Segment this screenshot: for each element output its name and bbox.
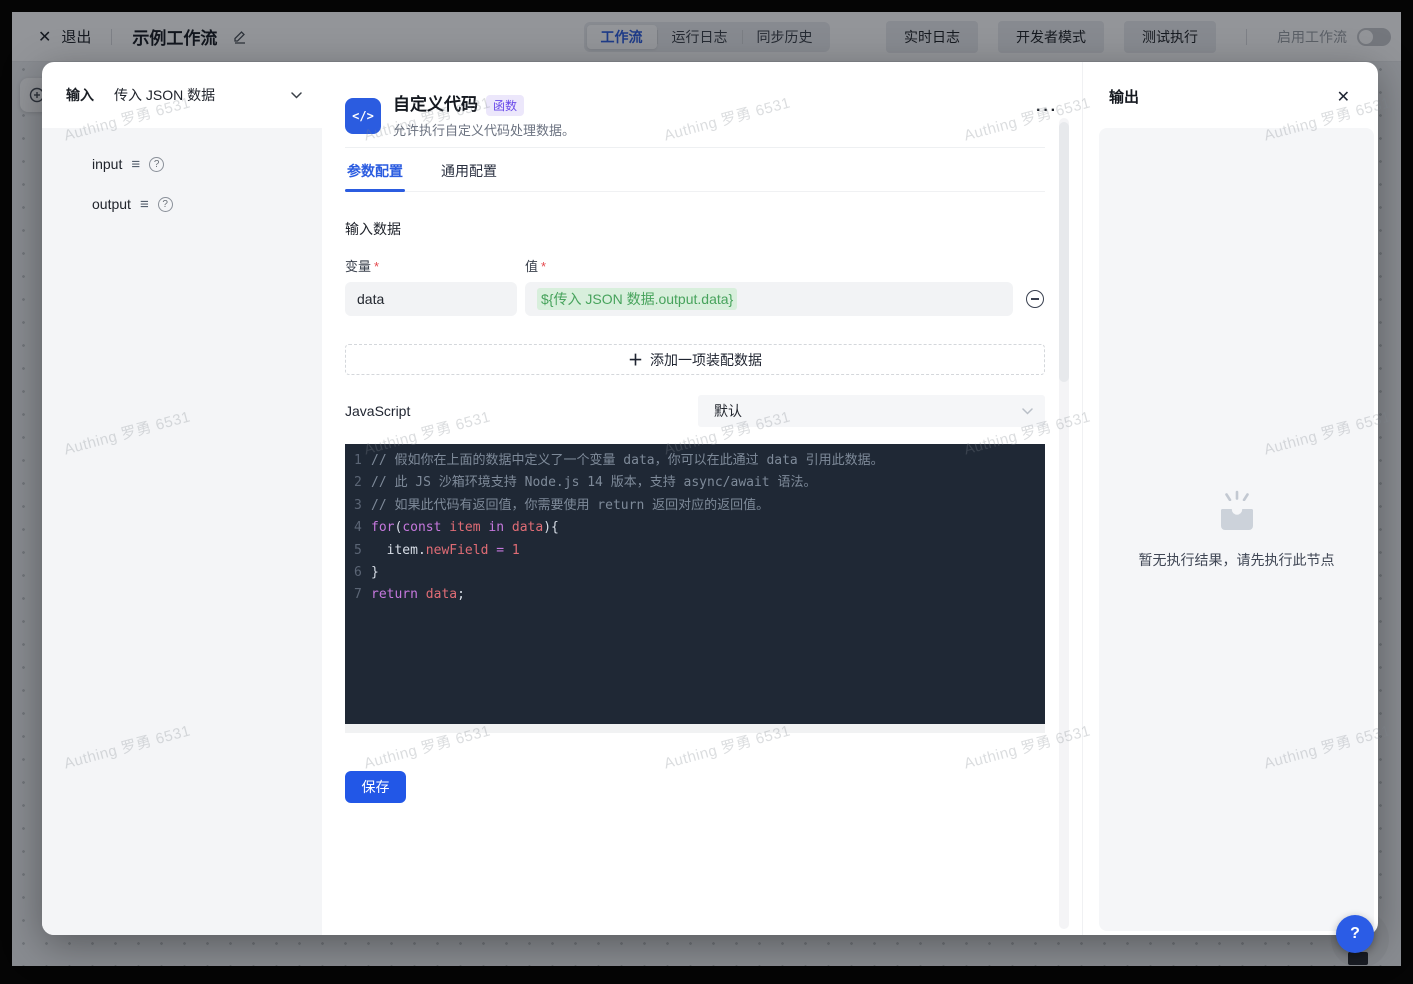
code-token: ){ xyxy=(543,520,559,535)
output-panel: 输出 ✕ 暂无执行结果，请先执行此节点 xyxy=(1082,62,1378,935)
code-token: // 如果此代码有返回值，你需要使用 return 返回对应的返回值。 xyxy=(371,498,769,513)
add-assign-row-button[interactable]: ＋ 添加一项装配数据 xyxy=(345,344,1045,375)
line-number: 7 xyxy=(354,584,371,606)
code-line: 1// 假如你在上面的数据中定义了一个变量 data，你可以在此通过 data … xyxy=(345,450,1045,472)
line-number: 1 xyxy=(354,450,371,472)
output-header: 输出 ✕ xyxy=(1083,62,1378,107)
code-line: 2// 此 JS 沙箱环境支持 Node.js 14 版本，支持 async/a… xyxy=(345,472,1045,494)
list-item-input[interactable]: input ≡ ? xyxy=(92,144,322,184)
section-title-input-data: 输入数据 xyxy=(345,219,1082,239)
output-title: 输出 xyxy=(1109,86,1139,107)
code-line: 5 item.newField = 1 xyxy=(345,540,1045,562)
runtime-select[interactable]: 默认 xyxy=(698,395,1045,427)
panel-scrollbar-thumb[interactable] xyxy=(1059,122,1069,382)
code-token xyxy=(418,587,426,602)
empty-state-text: 暂无执行结果，请先执行此节点 xyxy=(1139,550,1335,570)
more-options-icon[interactable]: ··· xyxy=(1036,106,1058,116)
line-number: 2 xyxy=(354,472,371,494)
node-header-text: 自定义代码 函数 允许执行自定义代码处理数据。 xyxy=(393,93,575,139)
tab-parameter-config[interactable]: 参数配置 xyxy=(345,148,405,191)
code-token: item. xyxy=(371,543,426,558)
plus-icon: ＋ xyxy=(628,349,643,370)
code-line: 3// 如果此代码有返回值，你需要使用 return 返回对应的返回值。 xyxy=(345,495,1045,517)
code-token: ; xyxy=(457,587,465,602)
node-config-modal: 输入 传入 JSON 数据 input ≡ ? output ≡ ? xyxy=(42,62,1378,935)
code-token: data xyxy=(426,587,457,602)
required-mark: * xyxy=(374,259,379,274)
line-number: 4 xyxy=(354,517,371,539)
value-input[interactable]: ${传入 JSON 数据.output.data} xyxy=(525,282,1013,316)
input-source-header: 输入 传入 JSON 数据 xyxy=(42,62,322,128)
help-circle-icon[interactable]: ? xyxy=(158,197,173,212)
save-button[interactable]: 保存 xyxy=(345,771,406,803)
input-label: 输入 xyxy=(66,85,94,105)
code-token: data xyxy=(512,520,543,535)
help-circle-icon[interactable]: ? xyxy=(149,157,164,172)
runtime-selected-value: 默认 xyxy=(714,401,742,421)
input-source-value: 传入 JSON 数据 xyxy=(114,85,215,105)
code-editor[interactable]: 1// 假如你在上面的数据中定义了一个变量 data，你可以在此通过 data … xyxy=(345,444,1045,724)
code-token: // 假如你在上面的数据中定义了一个变量 data，你可以在此通过 data 引… xyxy=(371,453,884,468)
remove-row-icon[interactable] xyxy=(1026,290,1044,308)
required-mark: * xyxy=(541,259,546,274)
page: ✕ 退出 示例工作流 工作流 运行日志 同步历史 实时日志 开发者模式 测试执行 xyxy=(0,0,1413,984)
input-source-select[interactable]: 传入 JSON 数据 xyxy=(104,77,308,113)
code-token: const xyxy=(402,520,441,535)
language-row: JavaScript 默认 xyxy=(345,395,1045,427)
code-line: 7return data; xyxy=(345,584,1045,606)
config-tabs: 参数配置 通用配置 xyxy=(345,148,1045,192)
node-title: 自定义代码 xyxy=(393,93,478,117)
panel-scrollbar-track xyxy=(1059,118,1069,929)
tab-general-config[interactable]: 通用配置 xyxy=(439,148,499,191)
code-token: newField xyxy=(426,543,489,558)
input-fields-list: input ≡ ? output ≡ ? xyxy=(42,128,322,935)
line-number: 6 xyxy=(354,562,371,584)
list-item-output[interactable]: output ≡ ? xyxy=(92,184,322,224)
code-token: return xyxy=(371,587,418,602)
code-token: } xyxy=(371,565,379,580)
code-token xyxy=(504,543,512,558)
variable-reference-token[interactable]: ${传入 JSON 数据.output.data} xyxy=(537,288,737,310)
code-token: in xyxy=(488,520,504,535)
field-name: input xyxy=(92,156,122,172)
code-token: // 此 JS 沙箱环境支持 Node.js 14 版本，支持 async/aw… xyxy=(371,475,816,490)
line-number: 5 xyxy=(354,540,371,562)
node-config-panel: </> 自定义代码 函数 允许执行自定义代码处理数据。 ··· 参数配置 通用配… xyxy=(322,62,1082,935)
code-token: for xyxy=(371,520,394,535)
variable-label: 变量* xyxy=(345,256,525,275)
node-type-badge: 函数 xyxy=(486,95,524,116)
code-token xyxy=(504,520,512,535)
output-empty-state: 暂无执行结果，请先执行此节点 xyxy=(1099,128,1374,931)
chevron-down-icon xyxy=(1022,408,1033,415)
input-source-panel: 输入 传入 JSON 数据 input ≡ ? output ≡ ? xyxy=(42,62,322,935)
add-row-label: 添加一项装配数据 xyxy=(650,350,762,370)
node-subtitle: 允许执行自定义代码处理数据。 xyxy=(393,120,575,139)
field-name: output xyxy=(92,196,131,212)
line-number: 3 xyxy=(354,495,371,517)
chevron-down-icon xyxy=(291,92,302,99)
tree-lines-icon[interactable]: ≡ xyxy=(131,157,140,172)
editor-horizontal-scrollbar[interactable] xyxy=(345,724,1045,733)
code-token: 1 xyxy=(512,543,520,558)
assign-row: data ${传入 JSON 数据.output.data} xyxy=(345,282,1059,316)
node-header: </> 自定义代码 函数 允许执行自定义代码处理数据。 xyxy=(345,93,1045,139)
code-node-icon: </> xyxy=(345,98,381,134)
assign-row-labels: 变量* 值* xyxy=(345,256,1045,275)
variable-input[interactable]: data xyxy=(345,282,517,316)
language-label: JavaScript xyxy=(345,403,410,419)
code-token: item xyxy=(449,520,480,535)
tree-lines-icon[interactable]: ≡ xyxy=(140,197,149,212)
help-button[interactable]: ? xyxy=(1336,915,1374,953)
code-line: 6} xyxy=(345,562,1045,584)
code-token: = xyxy=(496,543,504,558)
close-icon[interactable]: ✕ xyxy=(1337,87,1350,107)
value-label: 值* xyxy=(525,256,546,275)
empty-inbox-icon xyxy=(1212,490,1262,534)
code-line: 4for(const item in data){ xyxy=(345,517,1045,539)
